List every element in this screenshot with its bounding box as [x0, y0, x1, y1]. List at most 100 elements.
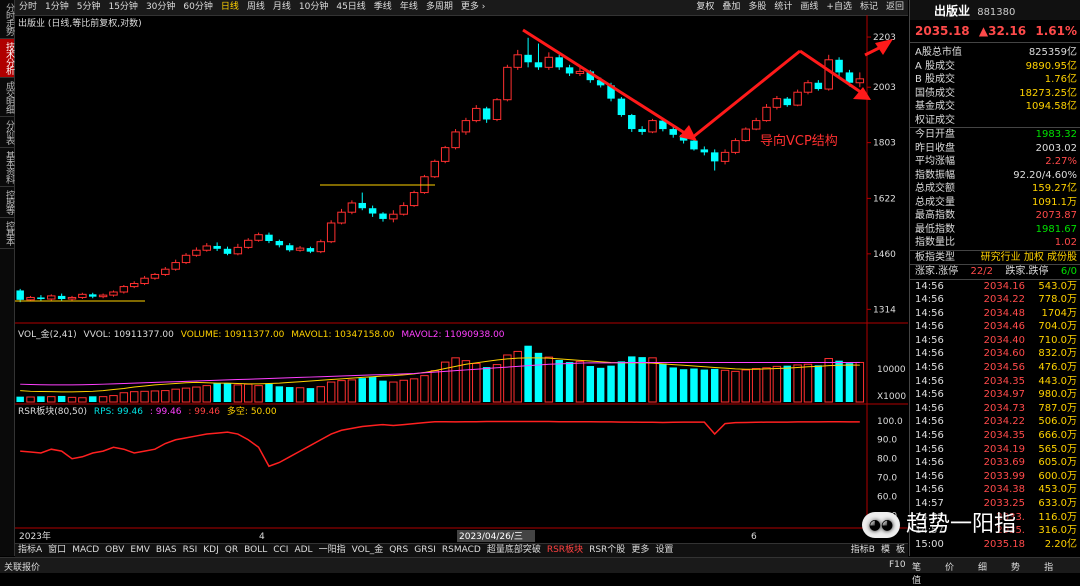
f10-button[interactable]: F10: [889, 560, 906, 570]
period-tab[interactable]: 月线: [269, 0, 295, 15]
tick-volume: 453.0万: [1038, 484, 1077, 496]
indicator-tab[interactable]: EMV: [127, 544, 153, 557]
candle: [803, 80, 813, 95]
indicator-tab[interactable]: GRSI: [411, 544, 439, 557]
tick-row: 14:56 2034.38 453.0万: [910, 483, 1080, 497]
stat-row-value: 1091.1万: [1032, 196, 1077, 208]
tick-volume: 710.0万: [1038, 334, 1077, 346]
indicator-tab[interactable]: VOL_金: [349, 544, 387, 557]
period-tab[interactable]: 周线: [243, 0, 269, 15]
indicator-tab[interactable]: BIAS: [153, 544, 180, 557]
indicator-tab[interactable]: KDJ: [200, 544, 222, 557]
stat-row-label: 最高指数: [915, 210, 955, 221]
indicator-tab[interactable]: ADL: [291, 544, 315, 557]
candle: [37, 295, 45, 301]
candle: [295, 245, 305, 252]
candle: [265, 232, 273, 244]
indicator-tab[interactable]: RSI: [180, 544, 201, 557]
overlay-button[interactable]: 叠加: [718, 0, 744, 15]
index-type-value[interactable]: 研究行业 加权 成份股: [981, 251, 1077, 265]
volume-bar: [67, 396, 77, 403]
quote-panel: 出版业 881380 2035.18 ▲32.16 1.61% A股总市值 825…: [909, 0, 1080, 556]
period-tab[interactable]: 10分钟: [295, 0, 332, 15]
indicator-tab[interactable]: QR: [222, 544, 241, 557]
period-tab[interactable]: 60分钟: [179, 0, 216, 15]
adjust-button[interactable]: 复权: [692, 0, 718, 15]
draw-line-button[interactable]: 画线: [796, 0, 822, 15]
candle: [772, 95, 782, 110]
candle: [482, 106, 491, 123]
candle: [368, 205, 377, 217]
period-tab[interactable]: 1分钟: [41, 0, 73, 15]
tick-volume: 704.0万: [1038, 321, 1077, 333]
indicator-tab[interactable]: OBV: [102, 544, 127, 557]
summary-row: 国债成交 18273.25亿: [910, 87, 1080, 101]
indicator-tab-right[interactable]: 模: [878, 544, 893, 557]
chart-area[interactable]: 出版业 (日线,等比前复权,对数) 2203200318031622146013…: [15, 15, 908, 543]
indicator-tab-right[interactable]: 指标B: [848, 544, 878, 557]
indicator-tab[interactable]: 一阳指: [316, 544, 349, 557]
add-watchlist-button[interactable]: +自选: [822, 0, 856, 15]
left-tab-5[interactable]: 控股等: [0, 187, 14, 218]
indicator-tab[interactable]: QRS: [386, 544, 411, 557]
volume-bar: [679, 369, 688, 402]
indicator-tab[interactable]: RSR个股: [586, 544, 628, 557]
volume-bar: [741, 369, 751, 403]
left-tab-6[interactable]: 控基本: [0, 218, 14, 249]
left-tab-0[interactable]: 分时走势: [0, 0, 14, 39]
tick-volume: 980.0万: [1038, 389, 1077, 401]
period-tab[interactable]: 年线: [396, 0, 422, 15]
tick-row: 14:56 2034.16 543.0万: [910, 280, 1080, 294]
period-tab[interactable]: 45日线: [332, 0, 369, 15]
tick-row: 15:00 2035.18 2.20亿: [910, 538, 1080, 552]
indicator-tab-right[interactable]: 板: [893, 544, 908, 557]
market-summary: A股总市值 825359亿 A 股成交 9890.95亿 B 股成交 1.76亿 国债成交 1…: [910, 43, 1080, 128]
period-tab[interactable]: 季线: [370, 0, 396, 15]
candle: [544, 52, 554, 70]
indicator-tab[interactable]: 窗口: [45, 544, 69, 557]
period-tab[interactable]: 5分钟: [73, 0, 105, 15]
volume-bar: [78, 397, 87, 403]
side-tab[interactable]: 值: [912, 576, 945, 586]
indicator-tab[interactable]: 设置: [652, 544, 676, 557]
volume-bar: [638, 357, 646, 402]
indicator-tab[interactable]: 超量底部突破: [484, 544, 544, 557]
indicator-tab[interactable]: CCI: [270, 544, 291, 557]
stat-row-label: 指数量比: [915, 237, 955, 248]
volume-bar: [275, 386, 284, 402]
tick-price: 2034.60: [983, 348, 1025, 360]
candle: [171, 259, 180, 271]
volume-bar: [358, 378, 366, 402]
indicator-tab[interactable]: 指标A: [15, 544, 45, 557]
indicator-tab[interactable]: BOLL: [241, 544, 270, 557]
more-periods-button[interactable]: 更多 ›: [457, 0, 489, 15]
tick-time: 14:56: [915, 430, 944, 442]
vol-unit: X1000: [877, 392, 906, 402]
indicator-tab[interactable]: RSMACD: [439, 544, 484, 557]
stats-button[interactable]: 统计: [770, 0, 796, 15]
back-button[interactable]: 返回: [882, 0, 908, 15]
mark-button[interactable]: 标记: [856, 0, 882, 15]
multi-stock-button[interactable]: 多股: [744, 0, 770, 15]
left-tab-4[interactable]: 基本资料: [0, 148, 14, 187]
status-text[interactable]: 关联报价: [4, 560, 40, 573]
period-tab[interactable]: 15分钟: [104, 0, 141, 15]
period-tab[interactable]: 30分钟: [142, 0, 179, 15]
indicator-tab[interactable]: RSR板块: [544, 544, 586, 557]
volume-bar: [855, 361, 865, 403]
period-tab-active[interactable]: 日线: [217, 0, 243, 15]
period-tab[interactable]: 分时: [15, 0, 41, 15]
stat-row-value: 159.27亿: [1032, 183, 1077, 194]
period-tab[interactable]: 多周期: [422, 0, 457, 15]
left-tab-3[interactable]: 分价表: [0, 117, 14, 148]
indicator-tab[interactable]: MACD: [69, 544, 102, 557]
candle: [129, 281, 139, 289]
candle: [358, 192, 366, 211]
left-tab-1[interactable]: 技术分析: [0, 39, 14, 78]
stat-row-value: 1.02: [1054, 237, 1077, 248]
tick-price: 2034.46: [983, 321, 1025, 333]
volume-bar: [492, 364, 502, 403]
left-tab-2[interactable]: 成交明细: [0, 78, 14, 117]
stat-row: 今日开盘 1983.32: [910, 128, 1080, 142]
indicator-tab[interactable]: 更多: [628, 544, 652, 557]
